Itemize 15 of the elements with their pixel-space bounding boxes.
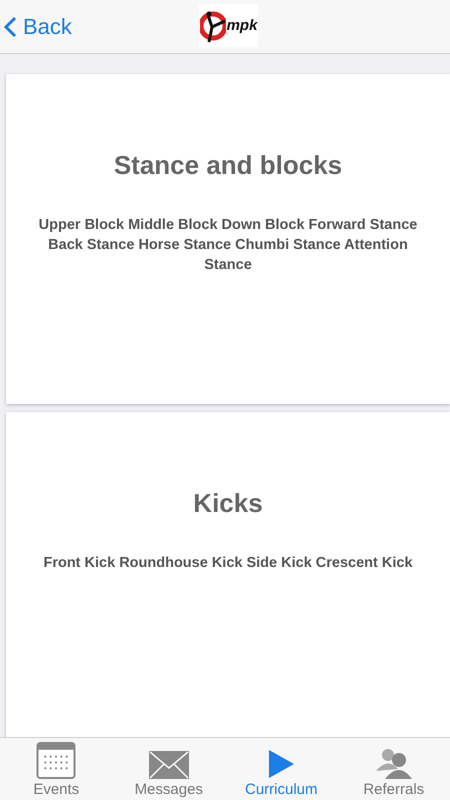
tab-button[interactable]: Referrals — [338, 738, 450, 800]
card-text: Front Kick Roundhouse Kick Side Kick Crescent Kick — [43, 554, 413, 573]
envelope-icon — [148, 751, 189, 779]
tab-button[interactable]: Curriculum — [225, 738, 338, 800]
tab-button[interactable]: Events — [0, 738, 112, 800]
calendar-icon — [36, 742, 76, 779]
play-icon — [267, 749, 296, 779]
tab-button[interactable]: Messages — [112, 738, 225, 800]
logo-text: mpk — [226, 17, 258, 34]
people-icon — [376, 747, 412, 779]
card-text: Upper Block Middle Block Down Block Forward Stance Back Stance Horse Stance Chumbi Stance Attention Stance — [38, 216, 418, 275]
card-title: Stance and blocks — [114, 150, 342, 181]
chevron-left-icon — [4, 16, 17, 38]
back-button[interactable]: Back — [0, 14, 72, 40]
card-title: Kicks — [193, 488, 263, 519]
